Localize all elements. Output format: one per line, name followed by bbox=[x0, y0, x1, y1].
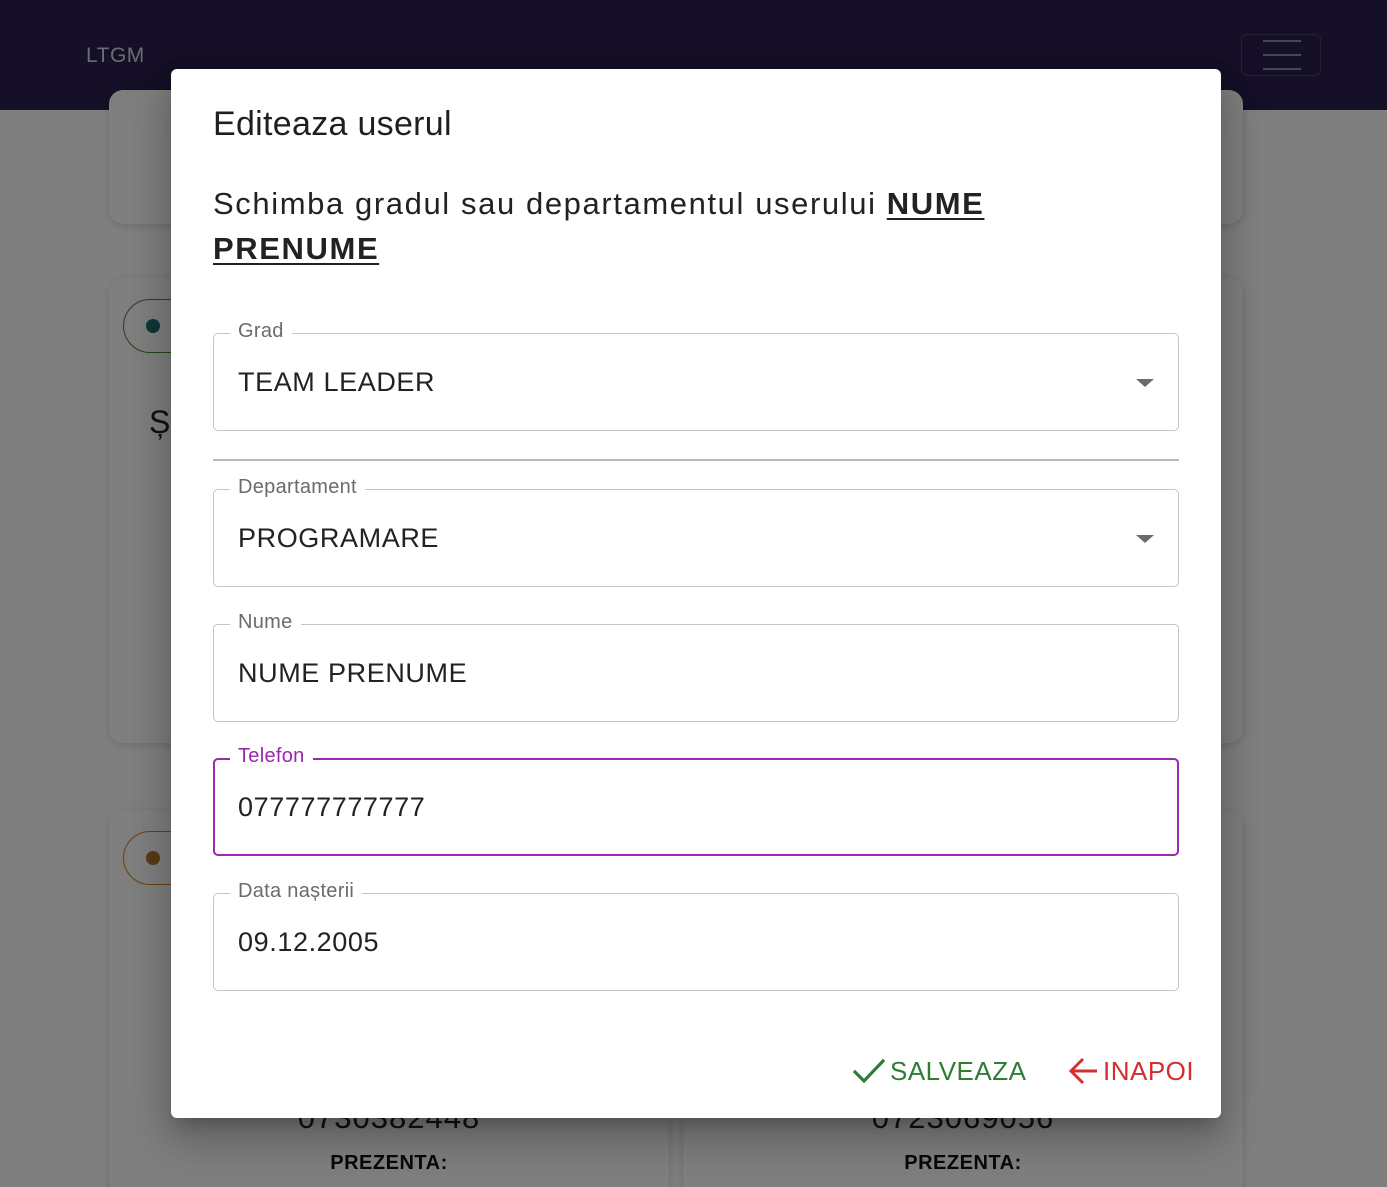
back-button[interactable]: INAPOI bbox=[1067, 1053, 1194, 1089]
departament-value: PROGRAMARE bbox=[238, 523, 440, 553]
telefon-input[interactable]: Telefon 077777777777 bbox=[213, 745, 1179, 856]
divider bbox=[213, 459, 1179, 461]
edit-user-dialog: Editeaza userul Schimba gradul sau depar… bbox=[171, 69, 1221, 1118]
nume-input[interactable]: Nume NUME PRENUME bbox=[213, 611, 1179, 722]
departament-label: Departament bbox=[230, 476, 365, 499]
telefon-label: Telefon bbox=[230, 745, 313, 768]
back-button-label: INAPOI bbox=[1103, 1055, 1195, 1086]
departament-select[interactable]: Departament PROGRAMARE bbox=[213, 476, 1179, 587]
arrow-left-icon bbox=[1068, 1057, 1097, 1085]
grad-select[interactable]: Grad TEAM LEADER bbox=[213, 320, 1179, 431]
grad-label: Grad bbox=[230, 320, 292, 343]
check-icon bbox=[852, 1058, 886, 1084]
nume-value: NUME PRENUME bbox=[238, 658, 468, 688]
save-button[interactable]: SALVEAZA bbox=[852, 1053, 1026, 1089]
birth-date-value: 09.12.2005 bbox=[238, 927, 380, 957]
save-button-label: SALVEAZA bbox=[890, 1055, 1027, 1086]
birth-date-label: Data nașterii bbox=[230, 880, 363, 903]
nume-label: Nume bbox=[230, 611, 301, 634]
dialog-description: Schimba gradul sau departamentul userulu… bbox=[213, 181, 1113, 271]
dialog-description-text: Schimba gradul sau departamentul userulu… bbox=[213, 186, 877, 221]
telefon-value: 077777777777 bbox=[238, 792, 426, 822]
caret-down-icon[interactable] bbox=[1136, 535, 1154, 543]
caret-down-icon[interactable] bbox=[1136, 379, 1154, 387]
birth-date-input[interactable]: Data nașterii 09.12.2005 bbox=[213, 880, 1179, 991]
grad-value: TEAM LEADER bbox=[238, 367, 436, 397]
dialog-title: Editeaza userul bbox=[213, 105, 452, 143]
